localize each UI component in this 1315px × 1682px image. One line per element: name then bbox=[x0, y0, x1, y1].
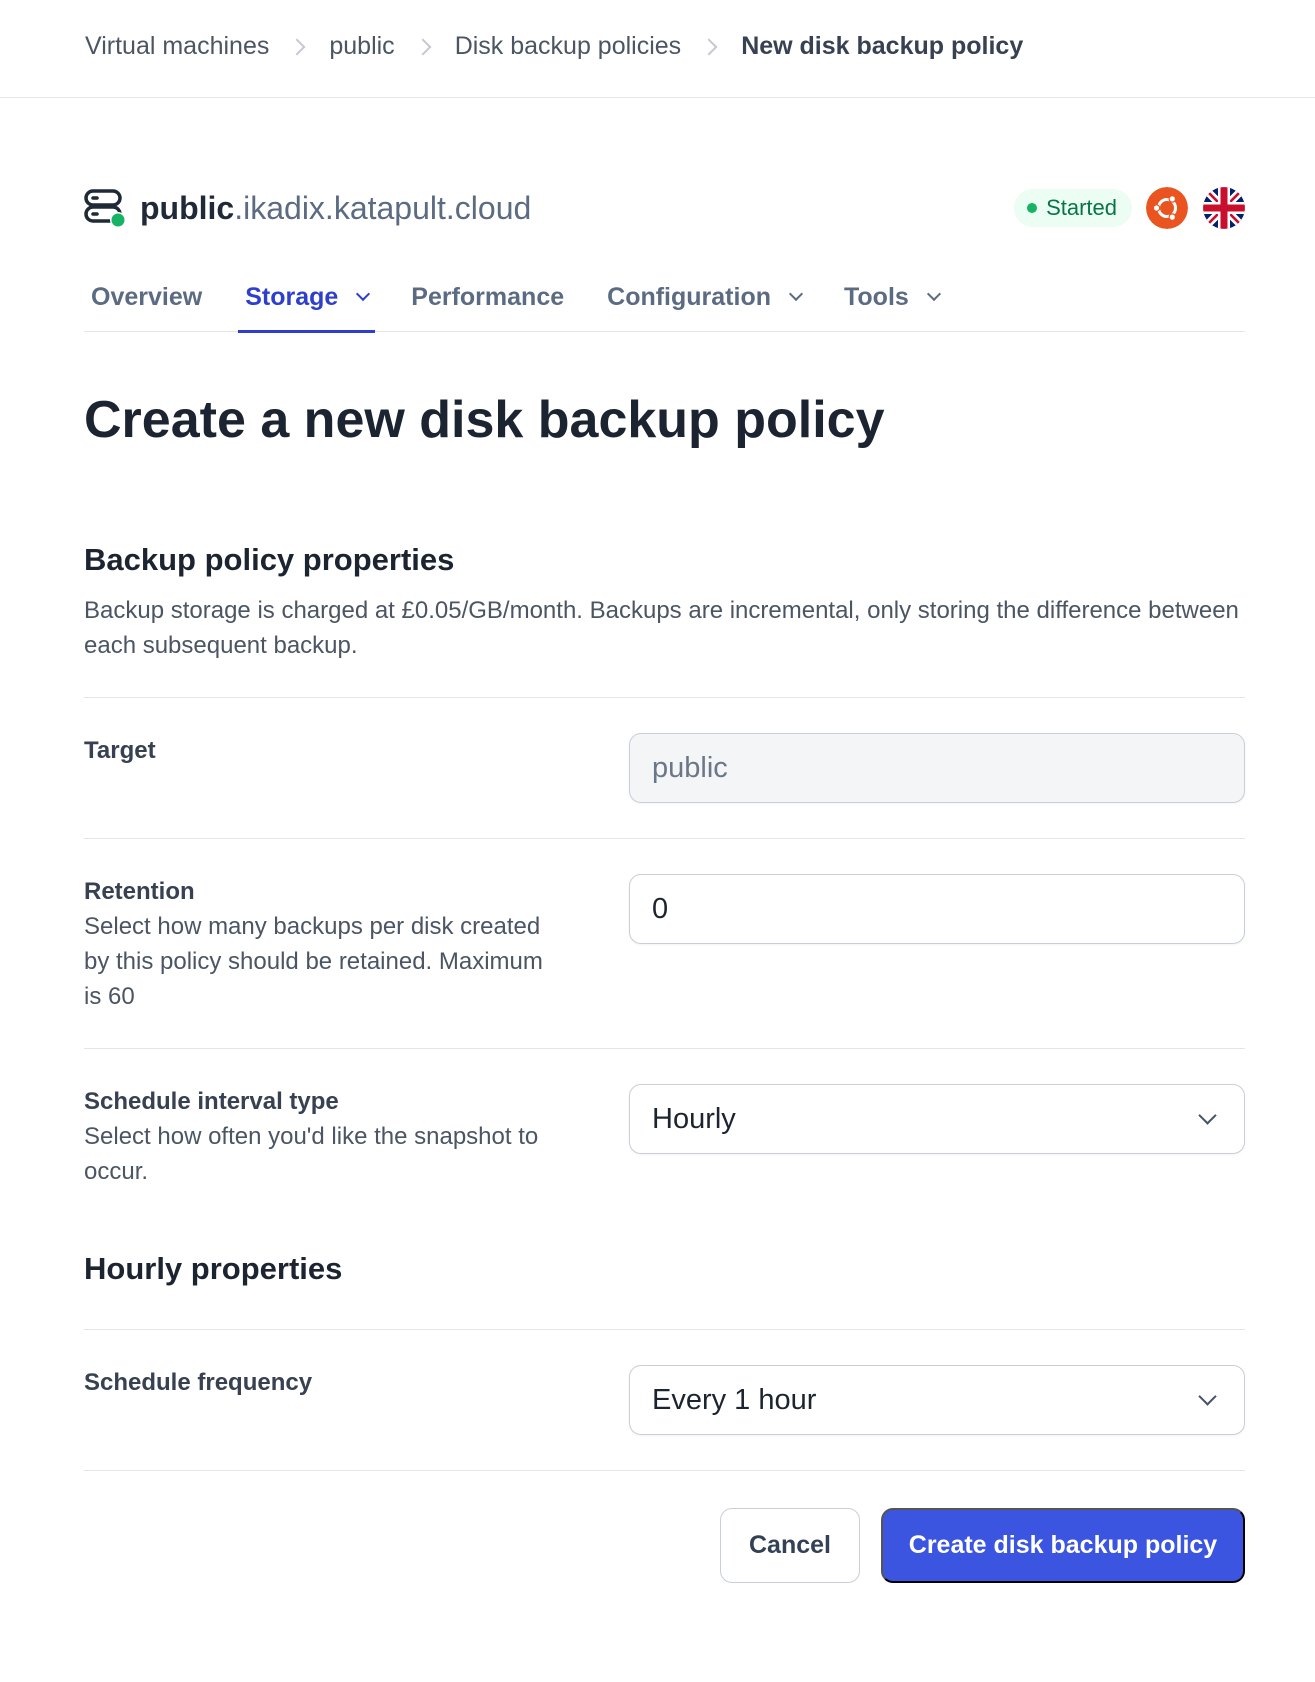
tab-label: Performance bbox=[411, 282, 565, 311]
target-label: Target bbox=[84, 737, 156, 764]
status-badge: Started bbox=[1014, 189, 1132, 227]
divider bbox=[84, 1470, 1245, 1471]
chevron-down-icon bbox=[788, 286, 804, 302]
vm-tabs: Overview Storage Performance Configurati… bbox=[84, 262, 1245, 333]
divider bbox=[84, 838, 1245, 839]
tab-performance[interactable]: Performance bbox=[404, 262, 571, 332]
vm-header-meta: Started bbox=[1014, 187, 1245, 229]
tab-label: Storage bbox=[245, 282, 339, 311]
schedule-interval-type-select[interactable]: Hourly bbox=[629, 1084, 1245, 1154]
breadcrumb-disk-backup-policies[interactable]: Disk backup policies bbox=[455, 32, 682, 61]
schedule-interval-type-label: Schedule interval type bbox=[84, 1088, 339, 1115]
chevron-down-icon bbox=[1198, 1387, 1217, 1406]
ubuntu-logo-icon bbox=[1146, 187, 1188, 229]
page-title: Create a new disk backup policy bbox=[84, 391, 885, 449]
tab-label: Tools bbox=[844, 282, 909, 311]
tab-label: Configuration bbox=[607, 282, 771, 311]
breadcrumb-public[interactable]: public bbox=[329, 32, 394, 61]
status-dot-icon bbox=[1027, 203, 1038, 213]
divider bbox=[84, 697, 1245, 698]
create-disk-backup-policy-button[interactable]: Create disk backup policy bbox=[881, 1508, 1245, 1583]
retention-label: Retention bbox=[84, 878, 195, 905]
chevron-down-icon bbox=[926, 286, 941, 302]
breadcrumb-current: New disk backup policy bbox=[741, 32, 1024, 60]
chevron-down-icon bbox=[1198, 1106, 1217, 1125]
retention-value: 0 bbox=[652, 892, 669, 925]
server-icon bbox=[84, 188, 126, 228]
target-value: public bbox=[652, 751, 728, 784]
chevron-right-icon bbox=[414, 38, 432, 55]
vm-header: public.ikadix.katapult.cloud Started bbox=[84, 187, 1245, 229]
chevron-right-icon bbox=[700, 38, 718, 55]
tab-overview[interactable]: Overview bbox=[84, 262, 209, 332]
schedule-frequency-label: Schedule frequency bbox=[84, 1369, 313, 1396]
schedule-frequency-select[interactable]: Every 1 hour bbox=[629, 1365, 1245, 1435]
tab-tools[interactable]: Tools bbox=[837, 262, 946, 332]
uk-flag-icon bbox=[1203, 187, 1245, 229]
retention-help: Select how many backups per disk created… bbox=[84, 913, 543, 1010]
vm-name-primary: public bbox=[140, 189, 235, 226]
schedule-interval-type-value: Hourly bbox=[652, 1102, 736, 1135]
cancel-button[interactable]: Cancel bbox=[720, 1508, 860, 1583]
top-bar: Virtual machines public Disk backup poli… bbox=[0, 0, 1315, 98]
breadcrumb: Virtual machines public Disk backup poli… bbox=[85, 32, 1023, 61]
vm-hostname: public.ikadix.katapult.cloud bbox=[140, 190, 531, 227]
section-title-hourly: Hourly properties bbox=[84, 1251, 343, 1286]
tab-configuration[interactable]: Configuration bbox=[600, 262, 808, 332]
target-field: public bbox=[629, 733, 1245, 803]
vm-name-suffix: .ikadix.katapult.cloud bbox=[234, 189, 532, 226]
retention-input[interactable]: 0 bbox=[629, 874, 1245, 944]
chevron-right-icon bbox=[288, 38, 306, 55]
schedule-frequency-value: Every 1 hour bbox=[652, 1383, 817, 1416]
tab-label: Overview bbox=[91, 282, 203, 311]
chevron-down-icon bbox=[356, 286, 371, 302]
section-description: Backup storage is charged at £0.05/GB/mo… bbox=[84, 597, 1239, 659]
status-text: Started bbox=[1046, 195, 1117, 220]
tab-storage[interactable]: Storage bbox=[238, 262, 376, 333]
divider bbox=[84, 1048, 1245, 1049]
section-title-backup-policy: Backup policy properties bbox=[84, 542, 455, 577]
breadcrumb-virtual-machines[interactable]: Virtual machines bbox=[85, 32, 269, 61]
divider bbox=[84, 1329, 1245, 1330]
schedule-interval-type-help: Select how often you'd like the snapshot… bbox=[84, 1123, 539, 1185]
